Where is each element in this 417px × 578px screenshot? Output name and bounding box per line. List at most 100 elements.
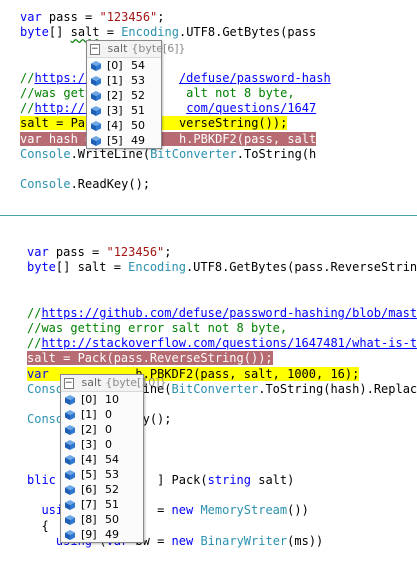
datatip-item[interactable]: [1] 0: [61, 407, 143, 422]
datatip-item[interactable]: [7] 51: [61, 497, 143, 512]
datatip-item-index: [0]: [107, 59, 123, 72]
bottom-code-line: //http://stackoverflow.com/questions/164…: [27, 336, 417, 351]
datatip-type: {byte[6]}: [131, 42, 186, 55]
datatip-item-value: 49: [131, 134, 145, 147]
top-code-line: var hash = P h.PBKDF2(pass, salt: [20, 131, 317, 147]
datatip-item[interactable]: [9] 49: [61, 527, 143, 542]
code-token: salt): [251, 473, 295, 487]
code-token: /defuse/password-hash: [178, 70, 331, 85]
code-token: {: [27, 518, 49, 533]
datatip-item[interactable]: [4] 50: [87, 118, 161, 133]
datatip-item[interactable]: [2] 52: [87, 88, 161, 103]
datatip-item-value: 0: [105, 423, 112, 436]
code-token: new: [171, 503, 194, 518]
datatip-item-value: 52: [131, 89, 145, 102]
byte-element-icon: [65, 454, 75, 465]
code-token: pass =: [48, 245, 107, 259]
code-token: =: [99, 25, 122, 40]
datatip-item-index: [2]: [81, 423, 97, 436]
code-token: .UTF8.GetBytes(pass.ReverseStrin: [185, 260, 417, 275]
datatip-item[interactable]: [5] 49: [87, 133, 161, 148]
datatip-item[interactable]: [5] 53: [61, 467, 143, 482]
datatip-type: {byte[10]}: [105, 376, 167, 389]
datatip-item[interactable]: [6] 52: [61, 482, 143, 497]
datatip-item[interactable]: [0] 10: [61, 392, 143, 407]
datatip-item[interactable]: [4] 54: [61, 452, 143, 467]
code-token: salt = Pack(pass.ReverseString());: [27, 351, 273, 366]
byte-element-icon: [91, 90, 101, 101]
datatip-item-value: 49: [105, 528, 119, 541]
datatip-item-value: 54: [105, 453, 119, 466]
datatip-item-index: [3]: [81, 438, 97, 451]
code-token: //: [20, 70, 35, 85]
code-token: pass =: [41, 10, 100, 24]
datatip-item-value: 53: [131, 74, 145, 87]
top-code-pane: var pass = "123456"; byte[] salt = Encodi…: [0, 0, 417, 215]
collapse-icon[interactable]: −: [64, 377, 74, 389]
code-token: "123456": [99, 10, 158, 24]
code-token: var: [27, 245, 49, 259]
code-token: verseString());: [178, 116, 288, 131]
bottom-code-line: {: [27, 518, 49, 534]
top-code-line: //http://stac com/questions/1647: [20, 101, 316, 116]
code-token: byte: [27, 260, 56, 275]
datatip-item-value: 10: [105, 393, 119, 406]
code-token: new: [171, 533, 194, 548]
code-token: "123456": [106, 245, 165, 259]
code-token: salt: [70, 25, 100, 40]
datatip-item[interactable]: [0] 54: [87, 58, 161, 73]
datatip-item-index: [4]: [81, 453, 97, 466]
datatip-item[interactable]: [3] 51: [87, 103, 161, 118]
code-token: Conso: [27, 412, 64, 427]
datatip-item-index: [5]: [107, 134, 123, 147]
code-token: ()): [287, 503, 309, 518]
code-token: .UTF8.GetBytes(pass: [178, 25, 317, 40]
byte-element-icon: [65, 484, 75, 495]
byte-element-icon: [91, 75, 101, 86]
code-token: var: [27, 366, 49, 381]
datatip-item-value: 52: [105, 483, 119, 496]
code-token: MemoryStream: [200, 503, 288, 518]
code-token: BitConverter: [150, 146, 237, 161]
datatip-header[interactable]: − salt {byte[10]}: [61, 375, 167, 392]
datatip-name: salt: [81, 376, 102, 389]
datatip-item[interactable]: [3] 0: [61, 437, 143, 452]
code-token: byte: [20, 25, 49, 40]
datatip-item-index: [4]: [107, 119, 123, 132]
byte-element-icon: [91, 60, 101, 71]
datatip-item-value: 0: [105, 408, 112, 421]
collapse-icon[interactable]: −: [90, 43, 100, 55]
datatip-item-value: 0: [105, 438, 112, 451]
code-token: y();: [142, 412, 172, 427]
datatip-item[interactable]: [2] 0: [61, 422, 143, 437]
code-token: .ToString(h: [236, 146, 317, 161]
byte-element-icon: [65, 499, 75, 510]
datatip-salt-bottom[interactable]: − salt {byte[10]} [0] 10 [1] 0 [2] 0 [3] 0 [4] 54…: [60, 374, 167, 543]
code-token: h.PBKDF2(pass, salt, 1000, 16);: [135, 366, 360, 381]
datatip-item-value: 50: [131, 119, 145, 132]
top-code-line: var pass = "123456";: [20, 10, 165, 25]
bottom-code-line: //https://github.com/defuse/password-has…: [27, 306, 417, 321]
datatip-item[interactable]: [1] 53: [87, 73, 161, 88]
datatip-item[interactable]: [8] 50: [61, 512, 143, 527]
code-token: //: [20, 101, 35, 116]
code-token: Console: [20, 146, 71, 161]
datatip-item-value: 54: [131, 59, 145, 72]
byte-element-icon: [91, 135, 101, 146]
datatip-item-value: 50: [105, 513, 119, 526]
datatip-salt-top[interactable]: − salt {byte[6]} [0] 54 [1] 53 [2] 52 [3] 51 [4]…: [86, 40, 186, 149]
code-token: (ms)): [287, 533, 324, 548]
code-token: com/questions/1647: [186, 101, 317, 116]
code-token: .ReadKey();: [70, 177, 151, 192]
byte-element-icon: [65, 424, 75, 435]
top-code-line: Console.ReadKey();: [20, 177, 150, 192]
datatip-item-value: 53: [105, 468, 119, 481]
byte-element-icon: [91, 105, 101, 116]
datatip-header[interactable]: − salt {byte[6]}: [87, 41, 186, 58]
bottom-code-line: byte[] salt = Encoding.UTF8.GetBytes(pas…: [27, 260, 417, 275]
code-token: https://github.com/defuse/password-hashi…: [41, 305, 417, 320]
datatip-item-index: [7]: [81, 498, 97, 511]
code-token: Console: [20, 177, 71, 192]
code-token: alt not 8 byte,: [186, 86, 295, 100]
top-code-line: byte[] salt = Encoding.UTF8.GetBytes(pas…: [20, 25, 316, 40]
